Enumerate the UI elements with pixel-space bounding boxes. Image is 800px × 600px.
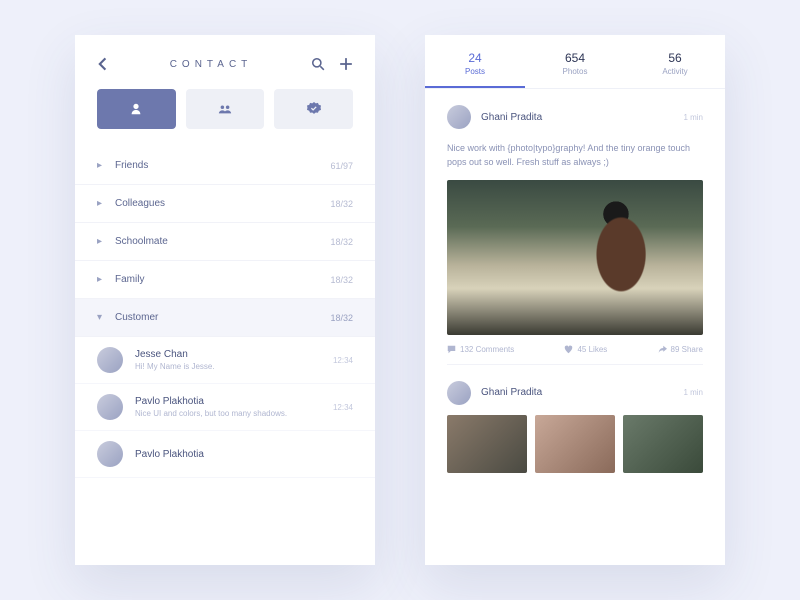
- contact-msg: Nice UI and colors, but too many shadows…: [135, 409, 321, 418]
- post-time: 1 min: [683, 113, 703, 122]
- avatar[interactable]: [447, 381, 471, 405]
- contact-name: Pavlo Plakhotia: [135, 449, 353, 460]
- group-label: Schoolmate: [115, 236, 330, 247]
- group-schoolmate[interactable]: ▸ Schoolmate 18/32: [75, 223, 375, 261]
- tab-label: Photos: [525, 67, 625, 76]
- comments-button[interactable]: 132 Comments: [447, 345, 514, 354]
- comment-icon: [447, 345, 456, 354]
- tab-count: 24: [425, 51, 525, 65]
- thumbnail[interactable]: [623, 415, 703, 473]
- avatar: [97, 441, 123, 467]
- chevron-right-icon: ▸: [97, 236, 105, 247]
- navbar: CONTACT: [75, 35, 375, 85]
- profile-tabs: 24 Posts 654 Photos 56 Activity: [425, 35, 725, 89]
- group-friends[interactable]: ▸ Friends 61/97: [75, 147, 375, 185]
- avatar: [97, 347, 123, 373]
- tab-posts[interactable]: 24 Posts: [425, 35, 525, 88]
- group-customer[interactable]: ▾ Customer 18/32: [75, 299, 375, 337]
- contacts-screen: CONTACT ▸ Friends 61/97 ▸ Colleagues 18/…: [75, 35, 375, 565]
- group-count: 18/32: [330, 313, 353, 323]
- group-count: 18/32: [330, 199, 353, 209]
- add-icon[interactable]: [339, 57, 353, 71]
- group-colleagues[interactable]: ▸ Colleagues 18/32: [75, 185, 375, 223]
- contact-msg: Hi! My Name is Jesse.: [135, 362, 321, 371]
- avatar[interactable]: [447, 105, 471, 129]
- tab-activity[interactable]: 56 Activity: [625, 35, 725, 88]
- chevron-right-icon: ▸: [97, 160, 105, 171]
- segment-people[interactable]: [97, 89, 176, 129]
- group-family[interactable]: ▸ Family 18/32: [75, 261, 375, 299]
- group-label: Colleagues: [115, 198, 330, 209]
- chevron-down-icon: ▾: [97, 312, 105, 323]
- thumbnail[interactable]: [447, 415, 527, 473]
- profile-screen: 24 Posts 654 Photos 56 Activity Ghani Pr…: [425, 35, 725, 565]
- page-title: CONTACT: [111, 59, 311, 70]
- post: Ghani Pradita 1 min Nice work with {phot…: [425, 89, 725, 365]
- search-icon[interactable]: [311, 57, 325, 71]
- tab-label: Activity: [625, 67, 725, 76]
- chevron-right-icon: ▸: [97, 274, 105, 285]
- post-author[interactable]: Ghani Pradita: [481, 112, 673, 123]
- thumbnail[interactable]: [535, 415, 615, 473]
- group-label: Customer: [115, 312, 330, 323]
- segment-verified[interactable]: [274, 89, 353, 129]
- chevron-right-icon: ▸: [97, 198, 105, 209]
- post-image[interactable]: [447, 180, 703, 335]
- contact-row[interactable]: Jesse Chan Hi! My Name is Jesse. 12:34: [75, 337, 375, 384]
- segment-groups[interactable]: [186, 89, 265, 129]
- post-body: Nice work with {photo|typo}graphy! And t…: [447, 141, 703, 170]
- group-count: 18/32: [330, 275, 353, 285]
- contact-row[interactable]: Pavlo Plakhotia Nice UI and colors, but …: [75, 384, 375, 431]
- filter-segments: [75, 85, 375, 147]
- group-count: 61/97: [330, 161, 353, 171]
- tab-count: 56: [625, 51, 725, 65]
- tab-label: Posts: [425, 67, 525, 76]
- group-label: Friends: [115, 160, 330, 171]
- likes-button[interactable]: 45 Likes: [564, 345, 607, 354]
- tab-photos[interactable]: 654 Photos: [525, 35, 625, 88]
- post: Ghani Pradita 1 min: [425, 365, 725, 473]
- avatar: [97, 394, 123, 420]
- contact-name: Pavlo Plakhotia: [135, 396, 321, 407]
- heart-icon: [564, 345, 573, 354]
- contact-name: Jesse Chan: [135, 349, 321, 360]
- tab-count: 654: [525, 51, 625, 65]
- share-icon: [658, 345, 667, 354]
- contact-time: 12:34: [333, 356, 353, 365]
- post-time: 1 min: [683, 388, 703, 397]
- group-count: 18/32: [330, 237, 353, 247]
- contact-time: 12:34: [333, 403, 353, 412]
- post-actions: 132 Comments 45 Likes 89 Share: [447, 335, 703, 365]
- back-icon[interactable]: [97, 57, 111, 71]
- group-label: Family: [115, 274, 330, 285]
- post-author[interactable]: Ghani Pradita: [481, 387, 673, 398]
- post-thumbnails: [447, 415, 703, 473]
- contact-row[interactable]: Pavlo Plakhotia: [75, 431, 375, 478]
- share-button[interactable]: 89 Share: [658, 345, 703, 354]
